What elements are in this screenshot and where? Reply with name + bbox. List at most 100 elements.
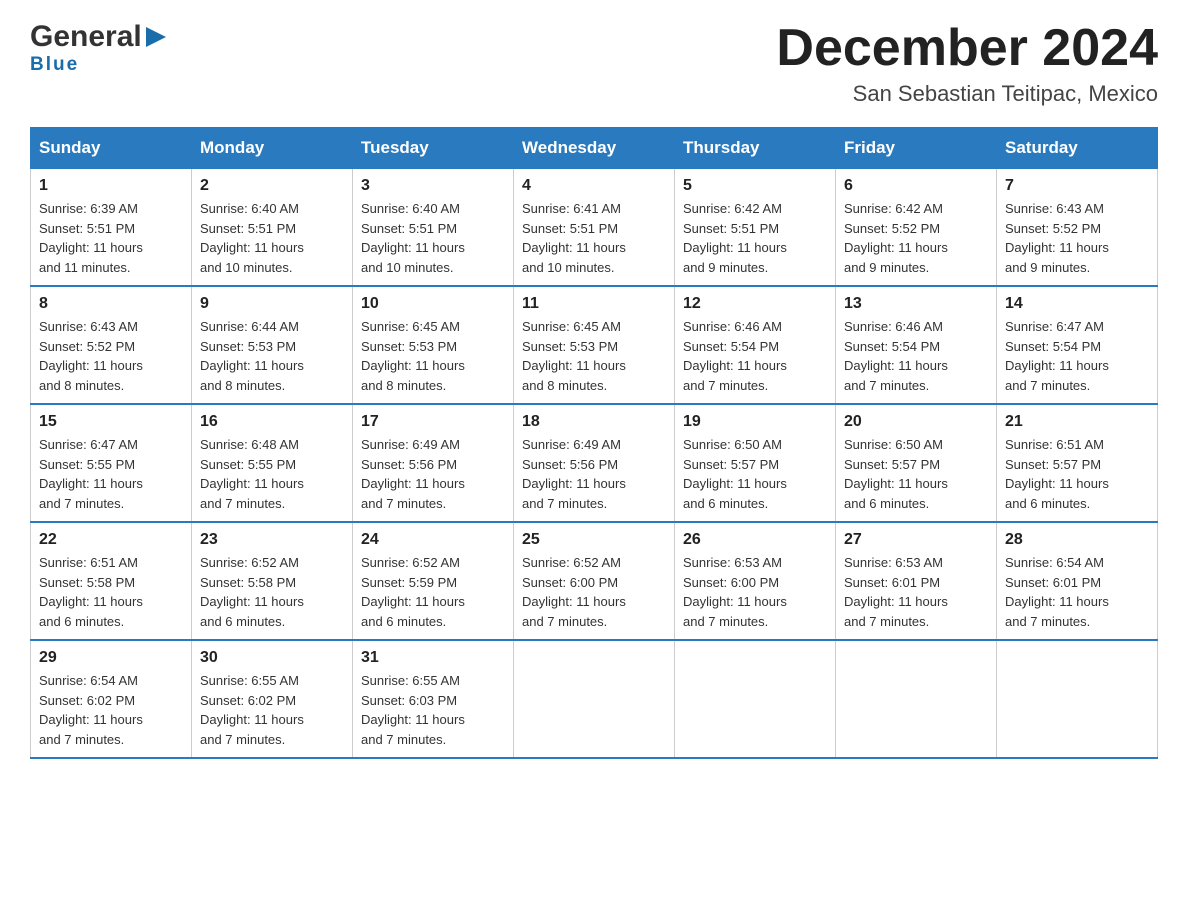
calendar-cell: 12Sunrise: 6:46 AMSunset: 5:54 PMDayligh…: [675, 286, 836, 404]
header-monday: Monday: [192, 128, 353, 169]
calendar-cell: 21 Sunrise: 6:51 AMSunset: 5:57 PMDayligh…: [997, 404, 1158, 522]
page-header: General Blue December 2024 San Sebastian…: [30, 20, 1158, 107]
calendar-header-row: SundayMondayTuesdayWednesdayThursdayFrid…: [31, 128, 1158, 169]
day-info: Sunrise: 6:44 AMSunset: 5:53 PMDaylight:…: [200, 317, 344, 395]
day-number: 24: [361, 531, 505, 549]
day-number: 9: [200, 295, 344, 313]
day-info: Sunrise: 6:51 AMSunset: 5:57 PMDaylight:…: [1005, 435, 1149, 513]
calendar-week-row: 1 Sunrise: 6:39 AMSunset: 5:51 PMDaylight…: [31, 169, 1158, 287]
header-saturday: Saturday: [997, 128, 1158, 169]
day-number: 2: [200, 177, 344, 195]
calendar-cell: 13 Sunrise: 6:46 AMSunset: 5:54 PMDayligh…: [836, 286, 997, 404]
header-tuesday: Tuesday: [353, 128, 514, 169]
calendar-cell: 1 Sunrise: 6:39 AMSunset: 5:51 PMDaylight…: [31, 169, 192, 287]
day-number: 1: [39, 177, 183, 195]
calendar-cell: 22 Sunrise: 6:51 AMSunset: 5:58 PMDayligh…: [31, 522, 192, 640]
day-number: 18: [522, 413, 666, 431]
day-info: Sunrise: 6:40 AMSunset: 5:51 PMDaylight:…: [361, 199, 505, 277]
day-info: Sunrise: 6:39 AMSunset: 5:51 PMDaylight:…: [39, 199, 183, 277]
calendar-cell: 25 Sunrise: 6:52 AMSunset: 6:00 PMDayligh…: [514, 522, 675, 640]
calendar-cell: 19 Sunrise: 6:50 AMSunset: 5:57 PMDayligh…: [675, 404, 836, 522]
day-info: Sunrise: 6:48 AMSunset: 5:55 PMDaylight:…: [200, 435, 344, 513]
calendar-cell: 6 Sunrise: 6:42 AMSunset: 5:52 PMDaylight…: [836, 169, 997, 287]
calendar-cell: 30 Sunrise: 6:55 AMSunset: 6:02 PMDayligh…: [192, 640, 353, 758]
day-info: Sunrise: 6:46 AMSunset: 5:54 PMDaylight:…: [844, 317, 988, 395]
day-info: Sunrise: 6:45 AMSunset: 5:53 PMDaylight:…: [522, 317, 666, 395]
day-number: 6: [844, 177, 988, 195]
day-number: 5: [683, 177, 827, 195]
day-number: 29: [39, 649, 183, 667]
day-info: Sunrise: 6:47 AMSunset: 5:55 PMDaylight:…: [39, 435, 183, 513]
day-number: 25: [522, 531, 666, 549]
day-info: Sunrise: 6:50 AMSunset: 5:57 PMDaylight:…: [844, 435, 988, 513]
day-info: Sunrise: 6:45 AMSunset: 5:53 PMDaylight:…: [361, 317, 505, 395]
header-wednesday: Wednesday: [514, 128, 675, 169]
calendar-cell: 7Sunrise: 6:43 AMSunset: 5:52 PMDaylight…: [997, 169, 1158, 287]
calendar-table: SundayMondayTuesdayWednesdayThursdayFrid…: [30, 127, 1158, 759]
day-number: 22: [39, 531, 183, 549]
day-number: 23: [200, 531, 344, 549]
day-info: Sunrise: 6:42 AMSunset: 5:52 PMDaylight:…: [844, 199, 988, 277]
calendar-cell: 8Sunrise: 6:43 AMSunset: 5:52 PMDaylight…: [31, 286, 192, 404]
day-info: Sunrise: 6:47 AMSunset: 5:54 PMDaylight:…: [1005, 317, 1149, 395]
day-info: Sunrise: 6:46 AMSunset: 5:54 PMDaylight:…: [683, 317, 827, 395]
logo-general-text: General: [30, 20, 142, 54]
location-title: San Sebastian Teitipac, Mexico: [776, 81, 1158, 107]
day-number: 26: [683, 531, 827, 549]
day-info: Sunrise: 6:51 AMSunset: 5:58 PMDaylight:…: [39, 553, 183, 631]
day-number: 16: [200, 413, 344, 431]
day-info: Sunrise: 6:53 AMSunset: 6:01 PMDaylight:…: [844, 553, 988, 631]
day-number: 4: [522, 177, 666, 195]
logo-triangle-icon: [142, 23, 170, 51]
calendar-cell: 11Sunrise: 6:45 AMSunset: 5:53 PMDayligh…: [514, 286, 675, 404]
logo: General Blue: [30, 20, 170, 76]
day-info: Sunrise: 6:54 AMSunset: 6:01 PMDaylight:…: [1005, 553, 1149, 631]
day-info: Sunrise: 6:52 AMSunset: 6:00 PMDaylight:…: [522, 553, 666, 631]
calendar-cell: 16 Sunrise: 6:48 AMSunset: 5:55 PMDayligh…: [192, 404, 353, 522]
calendar-cell: 10Sunrise: 6:45 AMSunset: 5:53 PMDayligh…: [353, 286, 514, 404]
calendar-cell: [997, 640, 1158, 758]
calendar-cell: 3Sunrise: 6:40 AMSunset: 5:51 PMDaylight…: [353, 169, 514, 287]
calendar-cell: 28 Sunrise: 6:54 AMSunset: 6:01 PMDayligh…: [997, 522, 1158, 640]
day-number: 20: [844, 413, 988, 431]
calendar-week-row: 15 Sunrise: 6:47 AMSunset: 5:55 PMDayligh…: [31, 404, 1158, 522]
header-thursday: Thursday: [675, 128, 836, 169]
calendar-cell: 31 Sunrise: 6:55 AMSunset: 6:03 PMDayligh…: [353, 640, 514, 758]
day-number: 27: [844, 531, 988, 549]
day-info: Sunrise: 6:40 AMSunset: 5:51 PMDaylight:…: [200, 199, 344, 277]
day-info: Sunrise: 6:52 AMSunset: 5:59 PMDaylight:…: [361, 553, 505, 631]
calendar-cell: [675, 640, 836, 758]
calendar-cell: 17 Sunrise: 6:49 AMSunset: 5:56 PMDayligh…: [353, 404, 514, 522]
month-title: December 2024: [776, 20, 1158, 77]
day-info: Sunrise: 6:49 AMSunset: 5:56 PMDaylight:…: [522, 435, 666, 513]
day-number: 7: [1005, 177, 1149, 195]
day-info: Sunrise: 6:53 AMSunset: 6:00 PMDaylight:…: [683, 553, 827, 631]
calendar-week-row: 22 Sunrise: 6:51 AMSunset: 5:58 PMDayligh…: [31, 522, 1158, 640]
day-number: 28: [1005, 531, 1149, 549]
calendar-cell: 20 Sunrise: 6:50 AMSunset: 5:57 PMDayligh…: [836, 404, 997, 522]
day-number: 15: [39, 413, 183, 431]
day-number: 31: [361, 649, 505, 667]
calendar-cell: [514, 640, 675, 758]
calendar-week-row: 8Sunrise: 6:43 AMSunset: 5:52 PMDaylight…: [31, 286, 1158, 404]
day-number: 30: [200, 649, 344, 667]
day-info: Sunrise: 6:50 AMSunset: 5:57 PMDaylight:…: [683, 435, 827, 513]
day-number: 8: [39, 295, 183, 313]
calendar-cell: 24 Sunrise: 6:52 AMSunset: 5:59 PMDayligh…: [353, 522, 514, 640]
day-info: Sunrise: 6:49 AMSunset: 5:56 PMDaylight:…: [361, 435, 505, 513]
day-number: 17: [361, 413, 505, 431]
logo-blue-text: Blue: [30, 54, 79, 76]
calendar-cell: [836, 640, 997, 758]
day-info: Sunrise: 6:54 AMSunset: 6:02 PMDaylight:…: [39, 671, 183, 749]
calendar-cell: 15 Sunrise: 6:47 AMSunset: 5:55 PMDayligh…: [31, 404, 192, 522]
day-number: 19: [683, 413, 827, 431]
day-info: Sunrise: 6:55 AMSunset: 6:03 PMDaylight:…: [361, 671, 505, 749]
day-info: Sunrise: 6:42 AMSunset: 5:51 PMDaylight:…: [683, 199, 827, 277]
calendar-cell: 2 Sunrise: 6:40 AMSunset: 5:51 PMDaylight…: [192, 169, 353, 287]
day-info: Sunrise: 6:55 AMSunset: 6:02 PMDaylight:…: [200, 671, 344, 749]
day-number: 13: [844, 295, 988, 313]
calendar-week-row: 29 Sunrise: 6:54 AMSunset: 6:02 PMDayligh…: [31, 640, 1158, 758]
calendar-cell: 4Sunrise: 6:41 AMSunset: 5:51 PMDaylight…: [514, 169, 675, 287]
calendar-cell: 9 Sunrise: 6:44 AMSunset: 5:53 PMDaylight…: [192, 286, 353, 404]
day-number: 21: [1005, 413, 1149, 431]
